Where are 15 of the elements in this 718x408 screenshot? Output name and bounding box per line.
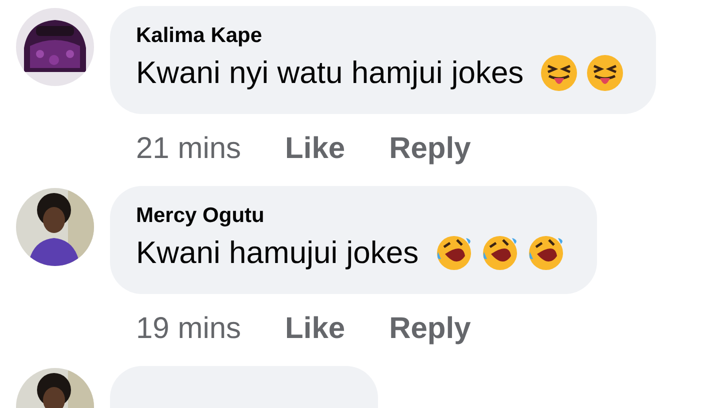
comment-text: Kwani hamujui jokes [136, 235, 419, 271]
like-link[interactable]: Like [285, 132, 346, 166]
comment-text: Kwani nyi watu hamjui jokes [136, 55, 524, 91]
reply-link[interactable]: Reply [389, 312, 471, 346]
laughing-tears-face-icon [526, 234, 565, 272]
reply-link[interactable]: Reply [389, 132, 471, 166]
like-link[interactable]: Like [285, 312, 346, 346]
comment-time: 19 mins [136, 312, 242, 346]
comment-time: 21 mins [136, 132, 242, 166]
squinting-tongue-face-icon [586, 54, 624, 92]
laughing-tears-face-icon [434, 234, 473, 272]
laughing-tears-face-icon [480, 234, 519, 272]
author-name[interactable]: Mercy Ogutu [136, 204, 565, 228]
author-name[interactable]: Kalima Kape [136, 24, 624, 48]
squinting-tongue-face-icon [540, 54, 578, 92]
